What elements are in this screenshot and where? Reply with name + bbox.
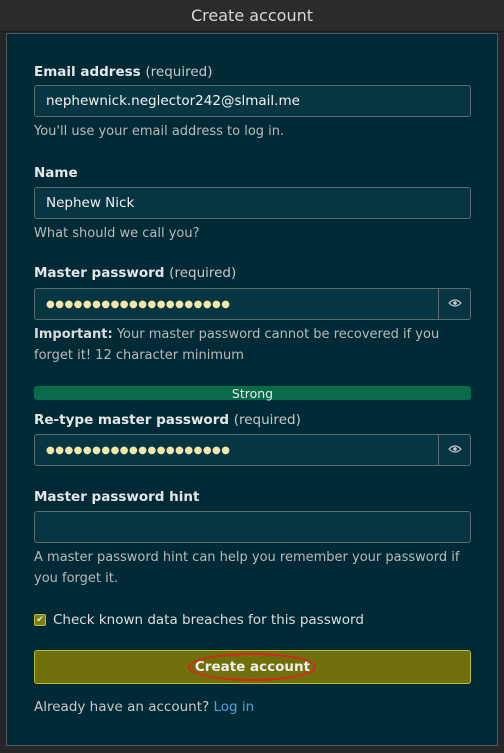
create-account-button[interactable]: Create account [34, 650, 471, 684]
window-title: Create account [191, 6, 313, 25]
hint-field[interactable] [34, 511, 471, 543]
retype-password-required-text: (required) [233, 412, 301, 428]
hint-label: Master password hint [34, 489, 200, 505]
master-password-required-text: (required) [169, 265, 237, 281]
master-password-help: Important: Your master password cannot b… [34, 324, 474, 366]
email-value: nephewnick.neglector242@slmail.me [46, 93, 300, 109]
highlight-ring [188, 653, 316, 681]
breach-check-option[interactable]: ✔ Check known data breaches for this pas… [34, 612, 364, 628]
email-label-text: Email address [34, 64, 141, 80]
master-password-value: ●●●●●●●●●●●●●●●●●●●● [46, 298, 231, 310]
name-value: Nephew Nick [46, 195, 135, 211]
breach-check-label: Check known data breaches for this passw… [53, 612, 364, 628]
show-retype-password-toggle[interactable] [438, 435, 470, 465]
retype-password-label-text: Re-type master password [34, 412, 230, 428]
name-help: What should we call you? [34, 226, 200, 241]
email-label: Email address (required) [34, 64, 213, 80]
show-password-toggle[interactable] [438, 289, 470, 319]
login-link[interactable]: Log in [213, 699, 254, 715]
hint-help: A master password hint can help you reme… [34, 550, 460, 586]
retype-password-label: Re-type master password (required) [34, 412, 301, 428]
master-password-label-text: Master password [34, 265, 165, 281]
retype-password-field[interactable]: ●●●●●●●●●●●●●●●●●●●● [34, 434, 471, 466]
name-label: Name [34, 165, 78, 181]
login-prompt-text: Already have an account? [34, 699, 210, 715]
eye-icon [447, 297, 462, 311]
master-password-label: Master password (required) [34, 265, 236, 281]
master-password-help-strong: Important: [34, 327, 113, 342]
name-field[interactable]: Nephew Nick [34, 187, 471, 219]
password-strength-meter: Strong [34, 385, 471, 401]
breach-check-checkbox[interactable]: ✔ [34, 614, 46, 626]
window-header: Create account [0, 0, 504, 32]
email-field[interactable]: nephewnick.neglector242@slmail.me [34, 85, 471, 117]
create-account-form: Email address (required) nephewnick.negl… [6, 33, 498, 746]
password-strength-label: Strong [231, 385, 274, 401]
login-prompt: Already have an account? Log in [34, 699, 254, 715]
eye-icon [447, 443, 462, 457]
master-password-field[interactable]: ●●●●●●●●●●●●●●●●●●●● [34, 288, 471, 320]
check-icon: ✔ [36, 614, 44, 625]
retype-password-value: ●●●●●●●●●●●●●●●●●●●● [46, 444, 231, 456]
email-required-text: (required) [145, 64, 213, 80]
email-help: You'll use your email address to log in. [34, 124, 285, 139]
